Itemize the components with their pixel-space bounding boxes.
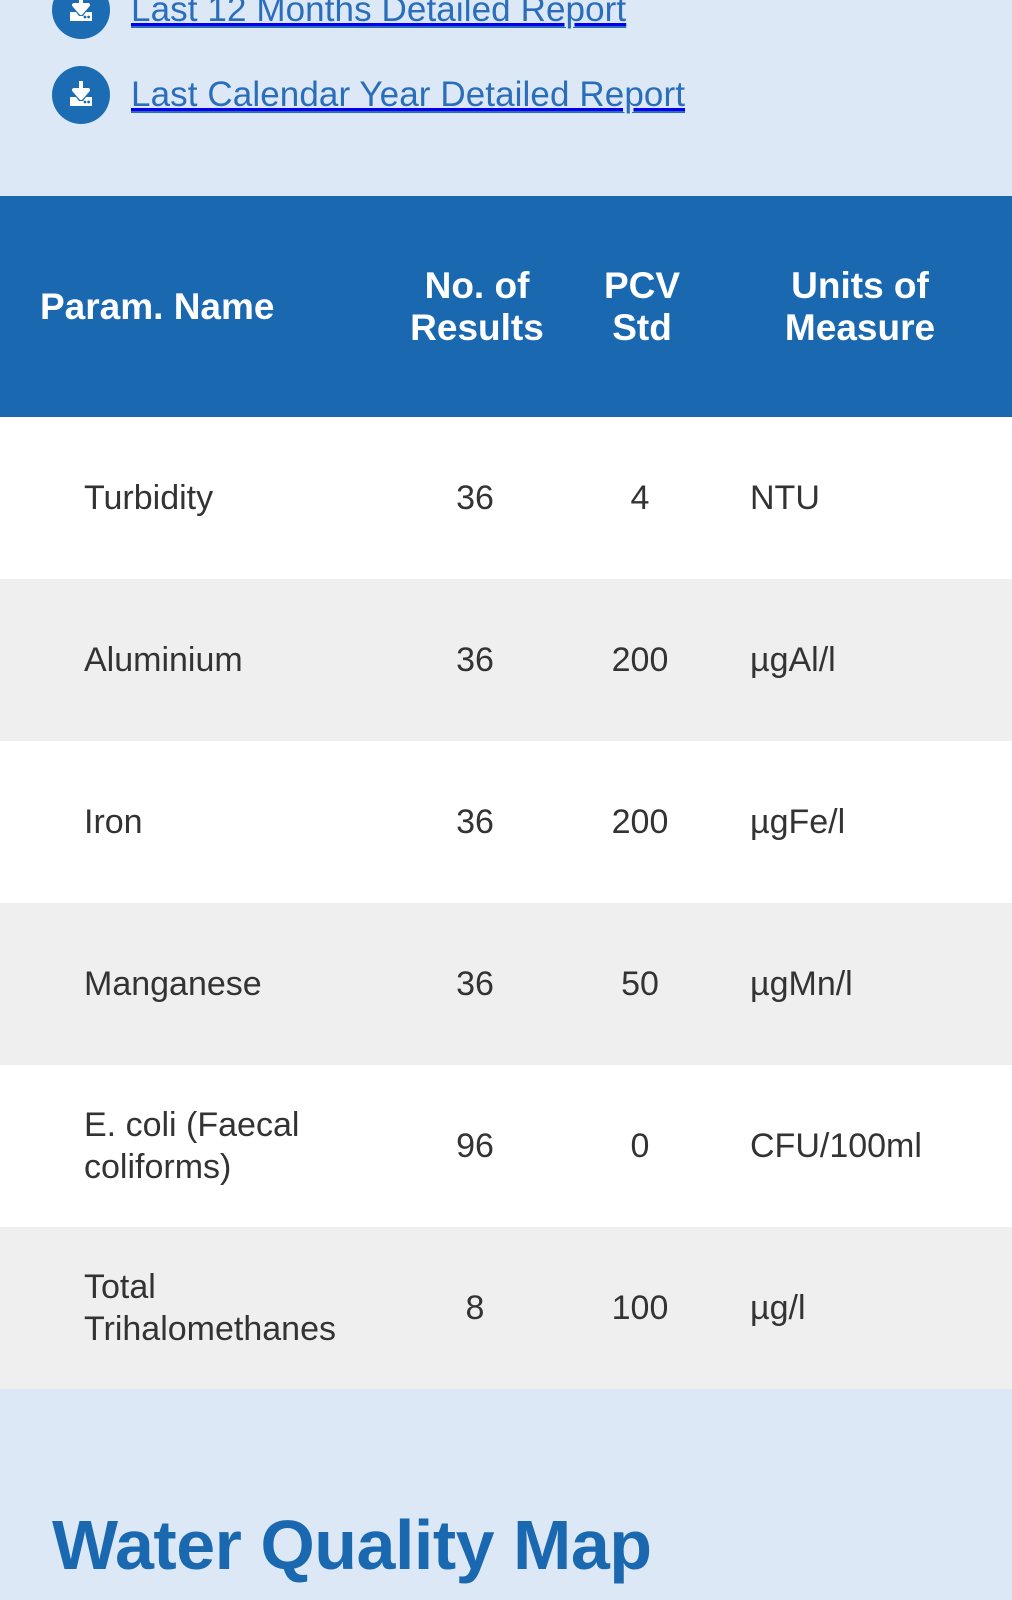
download-link-last-calendar-year[interactable]: Last Calendar Year Detailed Report (52, 66, 685, 124)
cell-param-name: Aluminium (84, 640, 243, 679)
cell-units: µg/l (750, 1288, 806, 1327)
cell-param-name: E. coli (Faecal coliforms) (84, 1105, 300, 1187)
column-header-pcv-std: PCV Std (603, 265, 681, 348)
table-row: Aluminium 36 200 µgAl/l (0, 579, 1012, 741)
download-circle-icon (52, 66, 110, 124)
download-link-last-12-months[interactable]: Last 12 Months Detailed Report (52, 0, 626, 39)
table-row: Iron 36 200 µgFe/l (0, 741, 1012, 903)
cell-units: µgMn/l (750, 964, 853, 1003)
water-quality-page: Last 12 Months Detailed Report Last Cale… (0, 0, 1012, 1600)
cell-units: NTU (750, 478, 820, 517)
cell-units: µgFe/l (750, 802, 846, 841)
water-quality-parameters-table: Param. Name No. of Results PCV Std Units… (0, 196, 1012, 1389)
cell-units: µgAl/l (750, 640, 836, 679)
water-quality-map-section: Water Quality Map (0, 1417, 1012, 1600)
cell-pcv: 0 (630, 1126, 650, 1165)
cell-param-name: Total Trihalomethanes (84, 1267, 336, 1349)
cell-param-name: Iron (84, 802, 143, 841)
table-row: Manganese 36 50 µgMn/l (0, 903, 1012, 1065)
download-link-label: Last Calendar Year Detailed Report (131, 74, 686, 114)
table-row: E. coli (Faecal coliforms) 96 0 CFU/100m… (0, 1065, 1012, 1227)
table-header-row: Param. Name No. of Results PCV Std Units… (0, 196, 1012, 417)
cell-results: 8 (465, 1288, 485, 1327)
column-header-no-of-results: No. of Results (410, 265, 544, 348)
cell-pcv: 200 (611, 802, 669, 841)
cell-param-name: Manganese (84, 964, 262, 1003)
cell-results: 96 (456, 1126, 494, 1165)
download-links-section: Last 12 Months Detailed Report Last Cale… (0, 0, 1012, 196)
cell-param-name: Turbidity (84, 478, 214, 517)
table-row: Turbidity 36 4 NTU (0, 417, 1012, 579)
cell-results: 36 (456, 478, 494, 517)
cell-pcv: 200 (611, 640, 669, 679)
column-header-param-name: Param. Name (40, 285, 275, 327)
page-title: Water Quality Map (52, 1506, 652, 1584)
cell-results: 36 (456, 802, 494, 841)
download-circle-icon (52, 0, 110, 39)
cell-results: 36 (456, 964, 494, 1003)
cell-results: 36 (456, 640, 494, 679)
download-link-label: Last 12 Months Detailed Report (131, 0, 627, 29)
cell-pcv: 4 (630, 478, 650, 517)
column-header-units-of-measure: Units of Measure (784, 265, 936, 348)
table-row: Total Trihalomethanes 8 100 µg/l (0, 1227, 1012, 1389)
cell-units: CFU/100ml (750, 1126, 922, 1165)
cell-pcv: 100 (611, 1288, 669, 1327)
cell-pcv: 50 (621, 964, 659, 1003)
